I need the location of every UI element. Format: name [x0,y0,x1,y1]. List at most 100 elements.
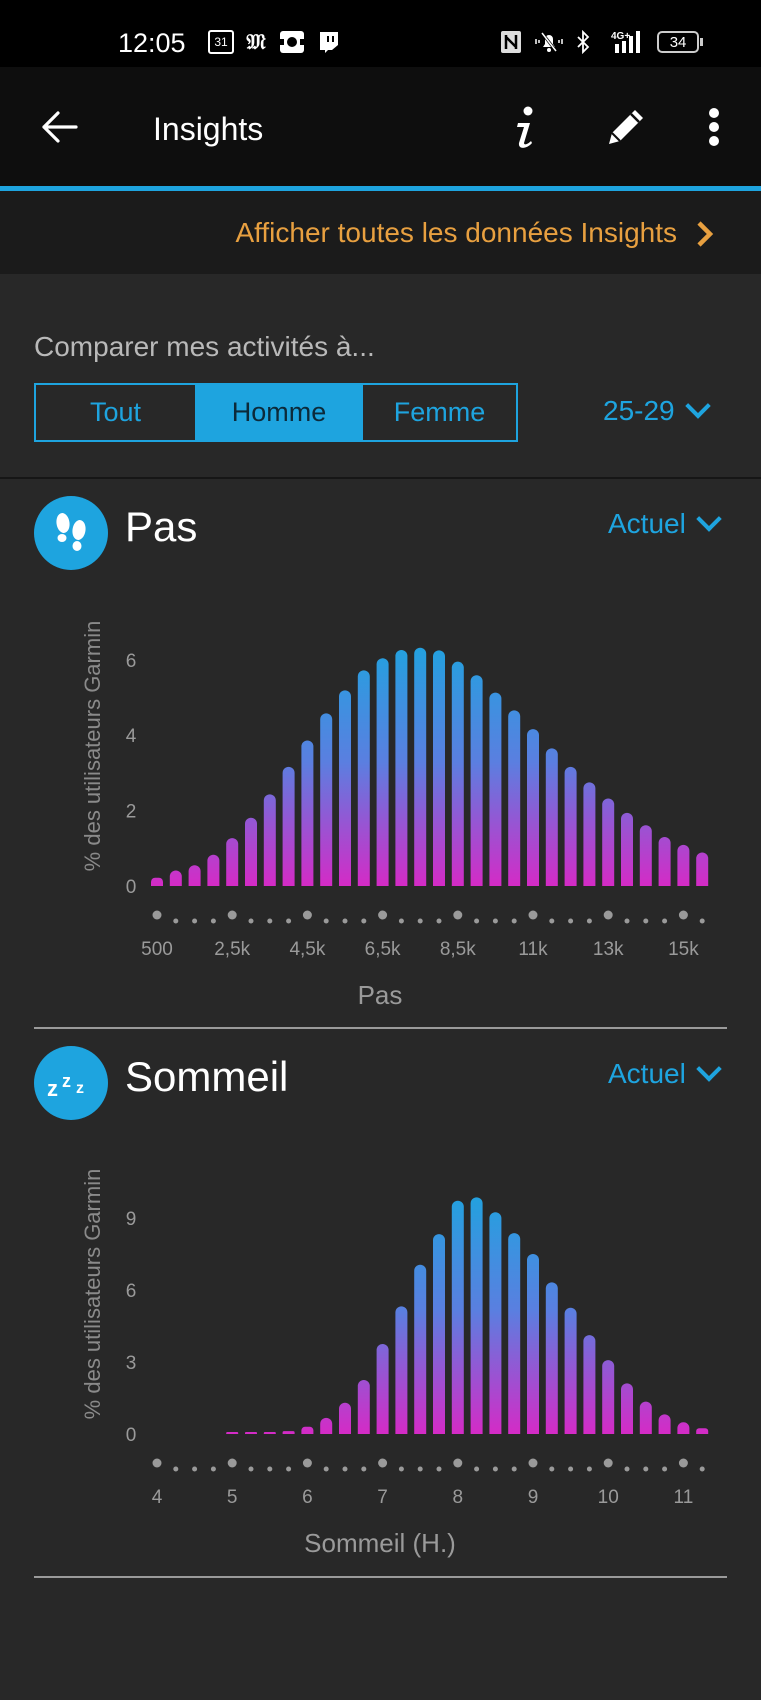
x-minor-tick-dot [586,918,592,924]
y-tick-label: 4 [126,726,137,747]
x-major-tick-dot [528,910,538,920]
svg-text:z: z [62,1071,71,1091]
x-minor-tick-dot [210,1466,216,1472]
x-major-tick-dot [152,910,162,920]
x-minor-tick-dot [643,1466,649,1472]
steps-period-dropdown[interactable]: Actuel [608,506,722,540]
y-tick-label: 6 [126,1281,137,1302]
status-bar: 12:05 31 𝔐 4G+ 34 [0,0,761,67]
bar [207,854,220,886]
x-tick-label: 4,5k [289,939,325,960]
chevron-down-icon [684,393,711,419]
x-tick-label: 6,5k [365,939,401,960]
edit-button[interactable] [603,104,649,150]
x-minor-tick-dot [267,918,273,924]
x-tick-label: 6 [302,1487,313,1508]
sleep-section-title: Sommeil [125,1053,289,1100]
bar [395,1306,408,1434]
bar [188,865,201,886]
segment-homme[interactable]: Homme [195,385,361,440]
gender-segmented-control: Tout Homme Femme [34,383,518,442]
battery-icon: 34 [657,30,703,54]
x-minor-tick-dot [624,918,630,924]
sleep-period-value: Actuel [608,1058,686,1089]
insights-link-bar[interactable]: Afficher toutes les données Insights [0,191,761,274]
pencil-icon [609,110,643,144]
age-range-dropdown[interactable]: 25-29 [603,393,711,427]
bar [489,692,502,886]
y-axis-label: % des utilisateurs Garmin [80,1169,105,1420]
svg-text:z: z [76,1080,84,1097]
y-tick-label: 6 [126,651,137,672]
bar [339,1402,351,1434]
bar [357,1380,370,1434]
back-button[interactable] [38,107,80,147]
bar [583,782,596,886]
x-minor-tick-dot [210,918,216,924]
bar [282,1431,295,1434]
more-options-button[interactable] [703,105,725,149]
svg-text:z: z [47,1076,58,1101]
bar [564,1307,577,1434]
sleep-period-dropdown[interactable]: Actuel [608,1056,722,1090]
x-minor-tick-dot [492,918,498,924]
bar [583,1335,596,1434]
x-minor-tick-dot [248,1466,254,1472]
x-minor-tick-dot [398,1466,404,1472]
bar [677,844,690,886]
x-major-tick-dot [453,1458,463,1468]
x-minor-tick-dot [474,918,480,924]
x-major-tick-dot [152,1458,162,1468]
bar [639,1401,652,1434]
info-button[interactable] [508,103,542,153]
section-divider [34,1576,727,1578]
x-major-tick-dot [227,910,237,920]
x-minor-tick-dot [549,918,555,924]
x-minor-tick-dot [248,918,254,924]
bar [508,710,521,886]
x-major-tick-dot [453,910,463,920]
x-tick-label: 4 [152,1487,163,1508]
x-minor-tick-dot [624,1466,630,1472]
bar [658,836,671,886]
bar [263,794,276,886]
bar [602,1360,615,1434]
x-minor-tick-dot [417,918,423,924]
bar [470,1197,483,1434]
bluetooth-icon [575,30,591,54]
zzz-sleep-icon: z z z [47,1071,84,1101]
bar [320,713,333,886]
steps-section-title: Pas [125,503,198,550]
bar [395,649,408,886]
x-minor-tick-dot [699,918,705,924]
bar [320,1417,333,1434]
section-separator [0,477,761,479]
x-tick-label: 7 [377,1487,388,1508]
segment-femme[interactable]: Femme [361,385,516,440]
svg-text:4G+: 4G+ [611,31,630,42]
x-minor-tick-dot [173,918,179,924]
bar [527,1254,539,1434]
bar [545,748,558,886]
x-minor-tick-dot [662,918,668,924]
x-minor-tick-dot [417,1466,423,1472]
x-minor-tick-dot [192,1466,198,1472]
bar [226,1432,239,1434]
y-tick-label: 9 [126,1209,137,1230]
bar [263,1432,276,1434]
x-minor-tick-dot [361,918,367,924]
x-minor-tick-dot [511,1466,517,1472]
x-minor-tick-dot [436,1466,442,1472]
arrow-left-icon [42,111,78,143]
x-minor-tick-dot [323,1466,329,1472]
battery-level: 34 [657,31,700,53]
x-tick-label: 9 [528,1487,539,1508]
signal-4g-icon: 4G+ [603,30,649,54]
bar [470,675,483,886]
x-minor-tick-dot [286,918,292,924]
segment-tout[interactable]: Tout [36,385,195,440]
app-bar: Insights [0,67,761,187]
x-minor-tick-dot [398,918,404,924]
bar [621,1383,633,1434]
view-all-insights-link[interactable]: Afficher toutes les données Insights [235,217,677,249]
